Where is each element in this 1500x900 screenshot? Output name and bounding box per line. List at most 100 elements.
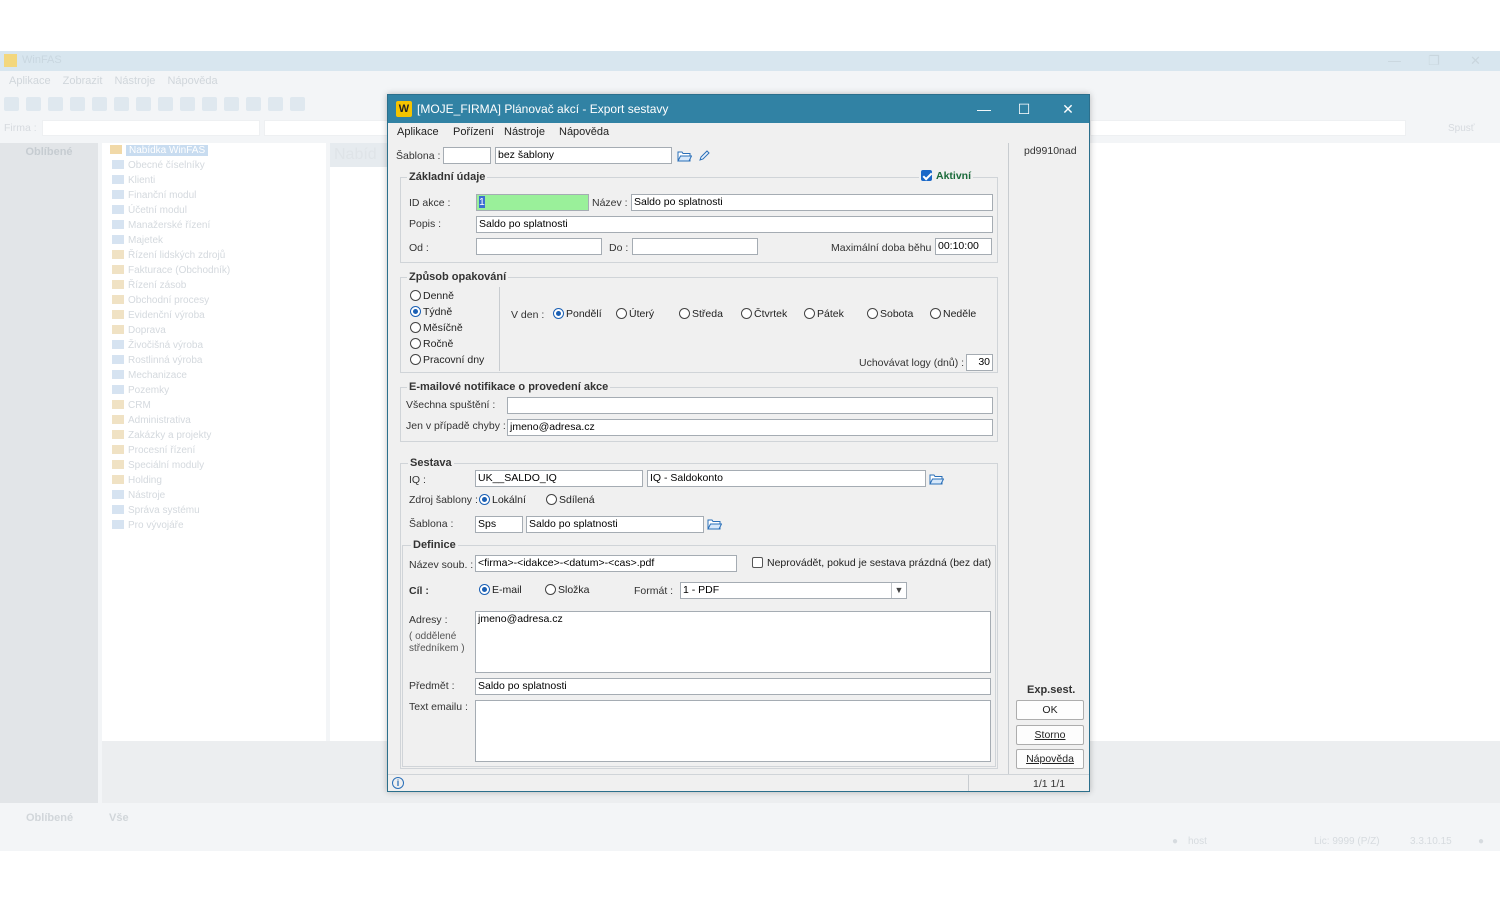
- bg-tree-item[interactable]: Řízení lidských zdrojů: [112, 250, 225, 265]
- bg-tree-item[interactable]: Řízení zásob: [112, 280, 186, 295]
- bg-toolbar-icon[interactable]: [246, 97, 261, 111]
- day-nedele-radio[interactable]: Neděle: [930, 308, 976, 322]
- bg-toolbar-icon[interactable]: [136, 97, 151, 111]
- jen-chyba-input[interactable]: jmeno@adresa.cz: [507, 419, 993, 436]
- bg-menu-aplikace[interactable]: Aplikace: [9, 75, 51, 87]
- bg-tab-oblibene[interactable]: Oblíbené: [0, 143, 98, 161]
- bg-toolbar-icon[interactable]: [92, 97, 107, 111]
- do-input[interactable]: [632, 238, 758, 255]
- cil-email-radio[interactable]: E-mail: [479, 584, 522, 598]
- neprovadet-checkbox[interactable]: Neprovádět, pokud je sestava prázdná (be…: [752, 557, 991, 569]
- sablona-code-input[interactable]: [443, 147, 491, 164]
- bg-spust-button[interactable]: Spusť: [1448, 123, 1475, 134]
- day-streda-radio[interactable]: Středa: [679, 308, 723, 322]
- bg-toolbar-icon[interactable]: [290, 97, 305, 111]
- popis-input[interactable]: Saldo po splatnosti: [476, 216, 993, 233]
- iq-name-input[interactable]: IQ - Saldokonto: [647, 470, 926, 487]
- folder-open-icon[interactable]: [707, 518, 722, 530]
- bg-tree-item[interactable]: Fakturace (Obchodník): [112, 265, 230, 280]
- bg-tree-item[interactable]: Živočišná výroba: [112, 340, 203, 355]
- close-icon[interactable]: ✕: [1054, 99, 1082, 119]
- bg-bottom-tab-vse[interactable]: Vše: [109, 812, 129, 824]
- sablona-name-input[interactable]: bez šablony: [495, 147, 672, 164]
- day-pondeli-radio[interactable]: Pondělí: [553, 308, 602, 322]
- adresy-textarea[interactable]: jmeno@adresa.cz: [475, 611, 991, 673]
- bg-tree-item[interactable]: Speciální moduly: [112, 460, 204, 475]
- menu-nastroje[interactable]: Nástroje: [504, 126, 545, 138]
- bg-menu-nastroje[interactable]: Nástroje: [114, 75, 155, 87]
- info-icon[interactable]: i: [392, 777, 404, 789]
- bg-tree-item[interactable]: Pozemky: [112, 385, 169, 400]
- bg-tree-item[interactable]: CRM: [112, 400, 151, 415]
- day-patek-radio[interactable]: Pátek: [804, 308, 844, 322]
- text-emailu-textarea[interactable]: [475, 700, 991, 762]
- mode-mesicne-radio[interactable]: Měsíčně: [410, 322, 463, 336]
- bg-run-input[interactable]: [1090, 120, 1406, 136]
- folder-open-icon[interactable]: [929, 473, 944, 485]
- bg-tree-item[interactable]: Obecné číselníky: [112, 160, 205, 175]
- id-akce-input[interactable]: 1: [476, 194, 589, 211]
- vsechna-spusteni-input[interactable]: [507, 397, 993, 414]
- bg-toolbar-icon[interactable]: [180, 97, 195, 111]
- storno-button[interactable]: Storno: [1016, 725, 1084, 745]
- bg-tree-item[interactable]: Administrativa: [112, 415, 191, 430]
- bg-tree-item[interactable]: Manažerské řízení: [112, 220, 210, 235]
- minimize-icon[interactable]: —: [970, 99, 998, 119]
- day-ctvrtek-radio[interactable]: Čtvrtek: [741, 308, 787, 322]
- day-sobota-radio[interactable]: Sobota: [867, 308, 913, 322]
- mode-pracovni-dny-radio[interactable]: Pracovní dny: [410, 354, 484, 368]
- chevron-down-icon[interactable]: ▼: [891, 583, 906, 598]
- format-select[interactable]: 1 - PDF ▼: [680, 582, 907, 599]
- edit-pencil-icon[interactable]: [698, 150, 711, 162]
- bg-tree-item[interactable]: Klienti: [112, 175, 155, 190]
- mode-rocne-radio[interactable]: Ročně: [410, 338, 453, 352]
- od-input[interactable]: [476, 238, 602, 255]
- bg-tree-item[interactable]: Pro vývojáře: [112, 520, 184, 535]
- cil-slozka-radio[interactable]: Složka: [545, 584, 590, 598]
- mode-denne-radio[interactable]: Denně: [410, 290, 454, 304]
- nazev-input[interactable]: Saldo po splatnosti: [631, 194, 993, 211]
- bg-tree-item[interactable]: Zakázky a projekty: [112, 430, 211, 445]
- bg-toolbar-icon[interactable]: [26, 97, 41, 111]
- bg-tree-item[interactable]: Správa systému: [112, 505, 200, 520]
- bg-tree-item[interactable]: Procesní řízení: [112, 445, 195, 460]
- bg-tree-item[interactable]: Majetek: [112, 235, 163, 250]
- bg-restore-icon[interactable]: ❐: [1428, 53, 1440, 69]
- bg-tree-item[interactable]: Holding: [112, 475, 162, 490]
- bg-search-input[interactable]: [264, 120, 388, 136]
- bg-toolbar-icon[interactable]: [114, 97, 129, 111]
- menu-porizeni[interactable]: Pořízení: [453, 126, 494, 138]
- bg-tree-item[interactable]: Evidenční výroba: [112, 310, 205, 325]
- day-utery-radio[interactable]: Úterý: [616, 308, 654, 322]
- bg-bottom-tab-oblibene[interactable]: Oblíbené: [26, 812, 73, 824]
- sestava-sablona-code-input[interactable]: Sps: [475, 516, 523, 533]
- bg-close-icon[interactable]: ✕: [1470, 53, 1481, 69]
- bg-toolbar-icon[interactable]: [202, 97, 217, 111]
- bg-toolbar-icon[interactable]: [70, 97, 85, 111]
- bg-tree-item[interactable]: Mechanizace: [112, 370, 187, 385]
- bg-tree-item[interactable]: Finanční modul: [112, 190, 196, 205]
- bg-menu-zobrazit[interactable]: Zobrazit: [63, 75, 103, 87]
- nazev-soub-input[interactable]: <firma>-<idakce>-<datum>-<cas>.pdf: [475, 555, 737, 572]
- bg-tree-root[interactable]: Nabídka WinFAS: [110, 145, 209, 160]
- bg-toolbar-icon[interactable]: [48, 97, 63, 111]
- maximize-icon[interactable]: ☐: [1010, 99, 1038, 119]
- bg-tree-item[interactable]: Účetní modul: [112, 205, 187, 220]
- napoveda-button[interactable]: Nápověda: [1016, 749, 1084, 769]
- bg-tree-item[interactable]: Obchodní procesy: [112, 295, 209, 310]
- logy-input[interactable]: 30: [966, 354, 993, 371]
- bg-tree-item[interactable]: Doprava: [112, 325, 166, 340]
- iq-code-input[interactable]: UK__SALDO_IQ: [475, 470, 643, 487]
- ok-button[interactable]: OK: [1016, 700, 1084, 720]
- bg-tree-item[interactable]: Nástroje: [112, 490, 165, 505]
- max-doba-input[interactable]: 00:10:00: [935, 238, 992, 255]
- bg-minimize-icon[interactable]: —: [1388, 53, 1401, 68]
- bg-toolbar-icon[interactable]: [158, 97, 173, 111]
- bg-toolbar-icon[interactable]: [268, 97, 283, 111]
- menu-napoveda[interactable]: Nápověda: [559, 126, 609, 138]
- mode-tydne-radio[interactable]: Týdně: [410, 306, 452, 320]
- menu-aplikace[interactable]: Aplikace: [397, 126, 439, 138]
- folder-open-icon[interactable]: [677, 150, 692, 162]
- bg-tree-item[interactable]: Rostlinná výroba: [112, 355, 202, 370]
- predmet-input[interactable]: Saldo po splatnosti: [475, 678, 991, 695]
